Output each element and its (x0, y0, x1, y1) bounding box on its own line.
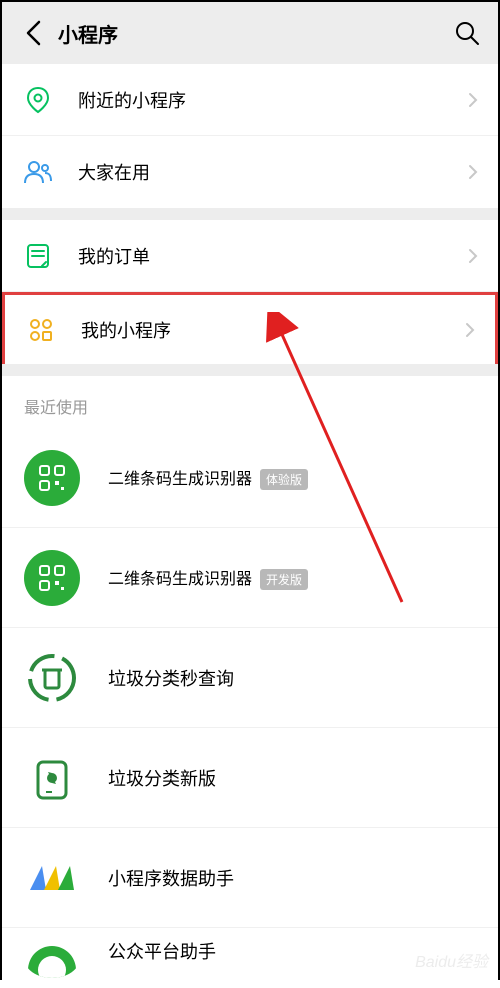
app-name: 公众平台助手 (108, 938, 216, 964)
row-label: 附近的小程序 (78, 87, 468, 113)
location-icon (22, 84, 54, 116)
chevron-right-icon (468, 92, 478, 108)
page-title: 小程序 (58, 19, 118, 48)
app-icon-recycle (24, 650, 80, 706)
row-label: 我的订单 (78, 243, 468, 269)
app-item[interactable]: 垃圾分类新版 (2, 728, 498, 828)
search-icon (454, 20, 480, 46)
app-item[interactable]: 二维条码生成识别器开发版 (2, 528, 498, 628)
row-nearby[interactable]: 附近的小程序 (2, 64, 498, 136)
chevron-right-icon (468, 164, 478, 180)
app-icon-wave (24, 850, 80, 906)
section-mine: 我的订单 我的小程序 (2, 220, 498, 364)
row-label: 我的小程序 (81, 317, 465, 343)
section-discover: 附近的小程序 大家在用 (2, 64, 498, 208)
apps-icon (25, 314, 57, 346)
app-badge: 体验版 (260, 469, 308, 490)
section-header: 最近使用 (2, 376, 498, 428)
row-orders[interactable]: 我的订单 (2, 220, 498, 292)
app-icon-qr (24, 450, 80, 506)
app-item[interactable]: 二维条码生成识别器体验版 (2, 428, 498, 528)
app-item[interactable]: 公众平台助手 (2, 928, 498, 988)
row-everyone[interactable]: 大家在用 (2, 136, 498, 208)
app-icon-partial (24, 938, 80, 978)
chevron-left-icon (25, 20, 41, 46)
app-item[interactable]: 小程序数据助手 (2, 828, 498, 928)
search-button[interactable] (450, 16, 484, 50)
divider (2, 364, 498, 376)
app-name: 二维条码生成识别器开发版 (108, 565, 308, 590)
chevron-right-icon (465, 322, 475, 338)
chevron-right-icon (468, 248, 478, 264)
section-recent: 最近使用 二维条码生成识别器体验版 二维条码生成识别器开发版 垃圾分类秒查询 垃… (2, 376, 498, 988)
row-label: 大家在用 (78, 159, 468, 185)
row-my-apps[interactable]: 我的小程序 (2, 292, 498, 364)
app-icon-trash (24, 750, 80, 806)
order-icon (22, 240, 54, 272)
app-badge: 开发版 (260, 569, 308, 590)
app-name: 垃圾分类秒查询 (108, 665, 234, 691)
app-name: 小程序数据助手 (108, 865, 234, 891)
app-name: 二维条码生成识别器体验版 (108, 465, 308, 490)
back-button[interactable] (16, 16, 50, 50)
header: 小程序 (2, 2, 498, 64)
divider (2, 208, 498, 220)
app-icon-qr (24, 550, 80, 606)
users-icon (22, 156, 54, 188)
app-item[interactable]: 垃圾分类秒查询 (2, 628, 498, 728)
app-name: 垃圾分类新版 (108, 765, 216, 791)
